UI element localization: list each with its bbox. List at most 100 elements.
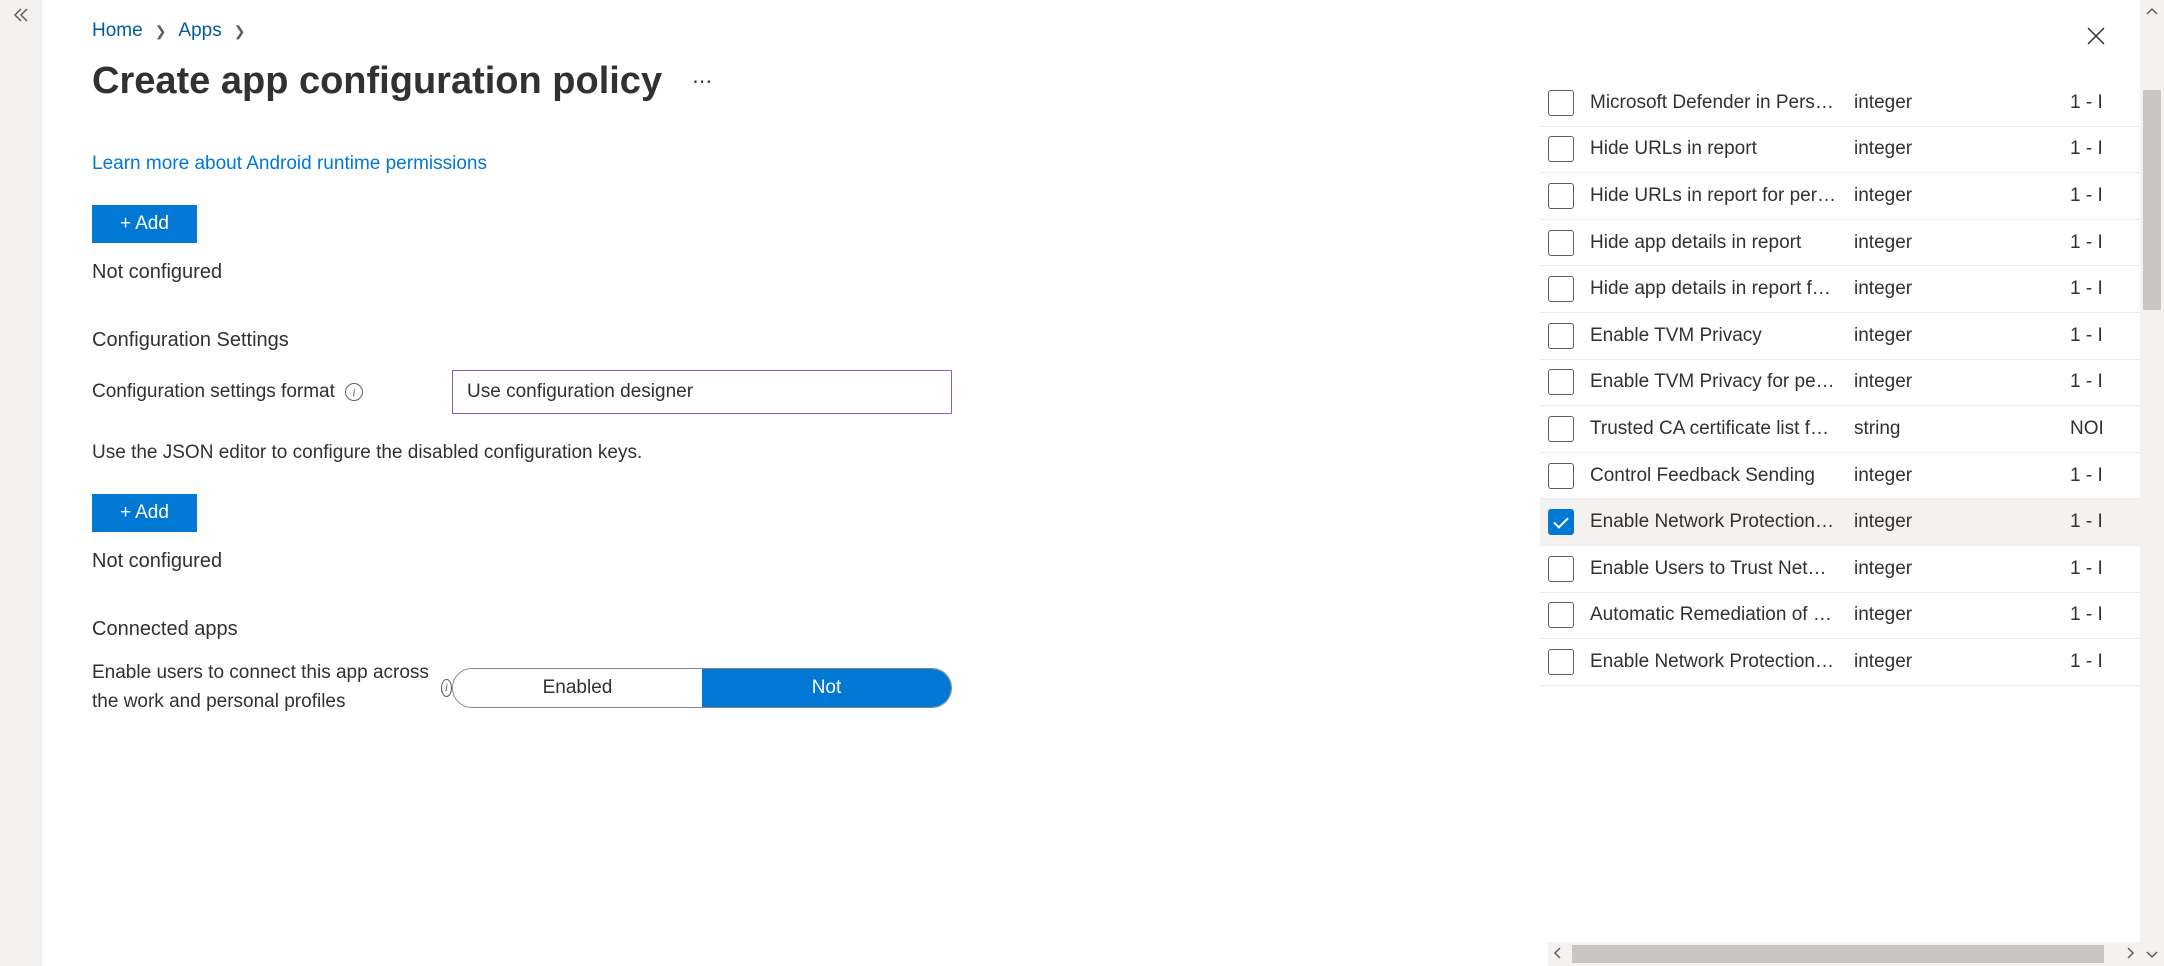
config-key-row[interactable]: Hide URLs in reportinteger1 - I	[1540, 127, 2140, 174]
main-content: Home ❯ Apps ❯ Create app configuration p…	[42, 0, 1540, 966]
config-key-name: Hide app details in report	[1590, 232, 1838, 254]
more-actions-icon[interactable]: ⋯	[692, 69, 714, 94]
config-key-type: integer	[1854, 278, 2054, 300]
row-checkbox[interactable]	[1548, 509, 1574, 535]
config-key-name: Hide app details in report f…	[1590, 278, 1838, 300]
learn-more-link[interactable]: Learn more about Android runtime permiss…	[92, 153, 487, 175]
toggle-not-configured[interactable]: Not	[702, 669, 951, 707]
config-key-name: Enable Users to Trust Netwo…	[1590, 558, 1838, 580]
json-hint: Use the JSON editor to configure the dis…	[92, 442, 1540, 464]
connected-apps-label: Enable users to connect this app across …	[92, 659, 452, 716]
config-key-value: 1 - I	[2070, 465, 2103, 487]
config-key-row[interactable]: Enable Network Protection … integer 1 - I	[1540, 639, 2140, 686]
config-keys-list: Microsoft Defender in Perso… integer 1 - I…	[1540, 80, 2140, 942]
config-key-value: 1 - I	[2070, 185, 2103, 207]
config-key-type: integer	[1854, 185, 2054, 207]
config-key-name: Automatic Remediation of …	[1590, 604, 1838, 626]
config-format-dropdown[interactable]: Use configuration designer	[452, 370, 952, 414]
config-key-name: Microsoft Defender in Perso…	[1590, 92, 1838, 114]
config-key-row[interactable]: Hide URLs in report for pers… integer 1 - …	[1540, 173, 2140, 220]
scroll-left-icon[interactable]	[1552, 947, 1564, 959]
chevron-right-icon: ❯	[234, 23, 246, 40]
row-checkbox[interactable]	[1548, 649, 1574, 675]
close-panel-button[interactable]	[2086, 26, 2106, 49]
row-checkbox[interactable]	[1548, 463, 1574, 489]
horizontal-scrollbar[interactable]	[1548, 942, 2140, 966]
config-key-row[interactable]: Enable TVM Privacyinteger1 - I	[1540, 313, 2140, 360]
config-format-label: Configuration settings format i	[92, 381, 452, 403]
row-checkbox[interactable]	[1548, 369, 1574, 395]
config-key-row[interactable]: Microsoft Defender in Perso… integer 1 - I	[1540, 80, 2140, 127]
config-key-value: 1 - I	[2070, 92, 2103, 114]
row-checkbox[interactable]	[1548, 183, 1574, 209]
config-key-value: 1 - I	[2070, 138, 2103, 160]
config-format-label-text: Configuration settings format	[92, 381, 335, 403]
config-key-row[interactable]: Hide app details in reportinteger1 - I	[1540, 220, 2140, 267]
config-key-value: 1 - I	[2070, 511, 2103, 533]
connected-apps-row: Enable users to connect this app across …	[92, 659, 1540, 716]
config-key-type: integer	[1854, 511, 2054, 533]
add-permissions-button[interactable]: +Add	[92, 205, 197, 243]
toggle-enabled[interactable]: Enabled	[453, 669, 702, 707]
breadcrumb-home[interactable]: Home	[92, 20, 143, 42]
config-key-row[interactable]: Enable TVM Privacy for pers… integer 1 - I	[1540, 360, 2140, 407]
config-key-row[interactable]: Trusted CA certificate list for…stringNO…	[1540, 406, 2140, 453]
config-key-value: 1 - I	[2070, 651, 2103, 673]
row-checkbox[interactable]	[1548, 416, 1574, 442]
chevron-right-icon: ❯	[155, 23, 167, 40]
breadcrumb-apps[interactable]: Apps	[178, 20, 221, 42]
page-title: Create app configuration policy	[92, 60, 662, 103]
config-key-type: string	[1854, 418, 2054, 440]
config-key-type: integer	[1854, 465, 2054, 487]
config-key-value: 1 - I	[2070, 371, 2103, 393]
left-gutter	[0, 0, 42, 966]
config-key-name: Hide URLs in report	[1590, 138, 1838, 160]
config-key-value: 1 - I	[2070, 278, 2103, 300]
connected-apps-desc: Enable users to connect this app across …	[92, 659, 431, 716]
config-key-row[interactable]: Enable Users to Trust Netwo…integer1 - I	[1540, 546, 2140, 593]
info-icon[interactable]: i	[441, 679, 452, 697]
permissions-status: Not configured	[92, 261, 1540, 284]
config-key-value: NOI	[2070, 418, 2104, 440]
config-keys-panel: Microsoft Defender in Perso… integer 1 - I…	[1540, 0, 2140, 966]
add-button-label: Add	[135, 502, 169, 524]
config-key-value: 1 - I	[2070, 558, 2103, 580]
config-key-type: integer	[1854, 325, 2054, 347]
row-checkbox[interactable]	[1548, 230, 1574, 256]
scrollbar-thumb[interactable]	[2143, 90, 2161, 310]
scrollbar-thumb[interactable]	[1572, 945, 2104, 963]
row-checkbox[interactable]	[1548, 323, 1574, 349]
vertical-scrollbar[interactable]	[2140, 0, 2164, 966]
plus-icon: +	[120, 213, 131, 235]
add-button-label: Add	[135, 213, 169, 235]
config-key-name: Hide URLs in report for pers…	[1590, 185, 1838, 207]
connected-apps-toggle[interactable]: Enabled Not	[452, 668, 952, 708]
plus-icon: +	[120, 502, 131, 524]
config-key-row[interactable]: Automatic Remediation of …integer1 - I	[1540, 593, 2140, 640]
scroll-up-icon[interactable]	[2146, 6, 2158, 18]
scroll-right-icon[interactable]	[2124, 947, 2136, 959]
config-key-row[interactable]: Hide app details in report f… integer 1 - …	[1540, 266, 2140, 313]
close-icon	[2086, 26, 2106, 46]
config-key-row[interactable]: Enable Network Protection i…integer1 - I	[1540, 499, 2140, 546]
config-key-type: integer	[1854, 371, 2054, 393]
row-checkbox[interactable]	[1548, 602, 1574, 628]
config-key-name: Enable TVM Privacy for pers…	[1590, 371, 1838, 393]
config-key-row[interactable]: Control Feedback Sending integer 1 - I	[1540, 453, 2140, 500]
config-key-type: integer	[1854, 232, 2054, 254]
row-checkbox[interactable]	[1548, 276, 1574, 302]
row-checkbox[interactable]	[1548, 556, 1574, 582]
info-icon[interactable]: i	[345, 383, 363, 401]
row-checkbox[interactable]	[1548, 90, 1574, 116]
row-checkbox[interactable]	[1548, 136, 1574, 162]
add-config-button[interactable]: +Add	[92, 494, 197, 532]
config-key-name: Control Feedback Sending	[1590, 465, 1838, 487]
expand-nav-icon[interactable]	[12, 8, 30, 22]
config-key-name: Enable TVM Privacy	[1590, 325, 1838, 347]
scroll-down-icon[interactable]	[2146, 948, 2158, 960]
config-key-type: integer	[1854, 651, 2054, 673]
config-key-type: integer	[1854, 92, 2054, 114]
config-key-type: integer	[1854, 604, 2054, 626]
config-key-name: Enable Network Protection …	[1590, 651, 1838, 673]
connected-apps-heading: Connected apps	[92, 618, 1540, 641]
